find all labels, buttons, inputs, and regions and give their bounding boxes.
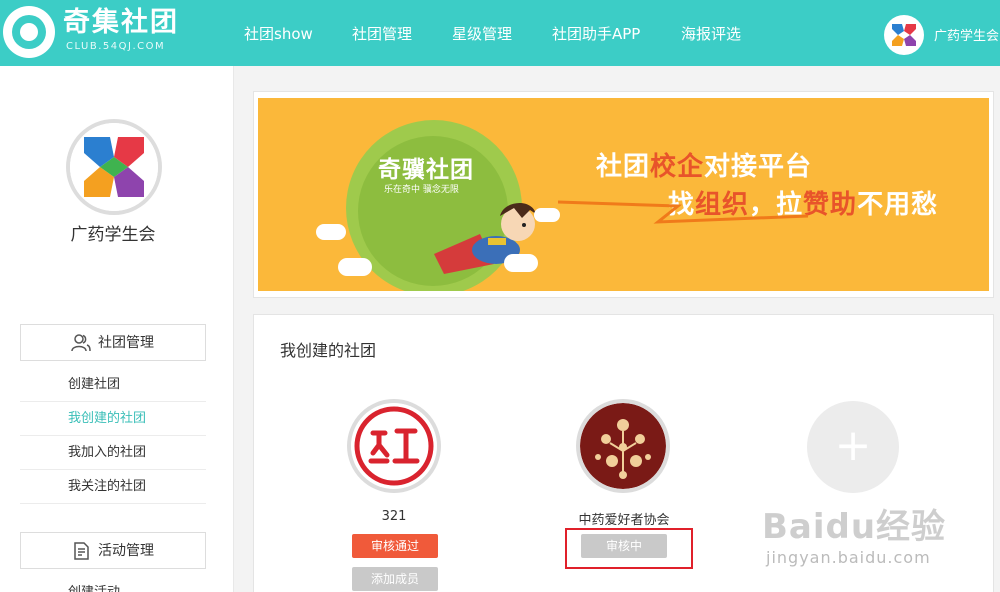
nav-club-app[interactable]: 社团助手APP [552, 0, 640, 66]
add-club-button[interactable]: + [807, 401, 899, 493]
banner-brand: 奇骥社团 [378, 157, 474, 183]
add-member-button[interactable]: 添加成员 [352, 567, 438, 591]
nav-poster-review[interactable]: 海报评选 [681, 0, 741, 66]
org-avatar [66, 119, 162, 215]
document-icon [74, 542, 89, 560]
menu-item-followed-clubs[interactable]: 我关注的社团 [20, 470, 206, 504]
banner-headline-1: 社团校企对接平台 [596, 152, 813, 182]
logo-subtitle: CLUB.54QJ.COM [66, 41, 166, 52]
club-avatar[interactable] [347, 399, 441, 493]
club-avatar[interactable] [576, 399, 670, 493]
menu-section-activity-manage[interactable]: 活动管理 [20, 532, 206, 569]
menu-item-create-activity[interactable]: 创建活动 [20, 576, 206, 592]
watermark-logo: Baidu经验 [762, 507, 947, 547]
club-name[interactable]: 中药爱好者协会 [534, 509, 714, 528]
promo-banner[interactable]: 奇骥社团 乐在奇中 骥念无限 社团校企对接平台 找组织，拉赞助不用愁 [253, 91, 994, 298]
org-name: 广药学生会 [70, 225, 156, 245]
cloud-decoration [338, 258, 372, 276]
club-name[interactable]: 321 [304, 509, 484, 524]
logo-icon[interactable] [3, 6, 55, 58]
watermark-url: jingyan.baidu.com [766, 548, 931, 567]
cloud-decoration [534, 208, 560, 222]
menu-section-label: 社团管理 [98, 335, 154, 351]
cloud-decoration [316, 224, 346, 240]
menu-item-joined-clubs[interactable]: 我加入的社团 [20, 436, 206, 470]
menu-section-club-manage[interactable]: 社团管理 [20, 324, 206, 361]
status-approved-button[interactable]: 审核通过 [352, 534, 438, 558]
club-floral-icon [580, 403, 666, 489]
club-seal-icon [351, 403, 437, 489]
logo-title[interactable]: 奇集社团 [63, 6, 179, 40]
panel-title: 我创建的社团 [280, 341, 377, 360]
annotation-highlight-box [565, 528, 693, 569]
org-logo-icon [70, 123, 158, 211]
user-name[interactable]: 广药学生会 [934, 0, 999, 74]
cloud-decoration [504, 254, 538, 272]
menu-section-label: 活动管理 [98, 543, 154, 559]
top-navigation-bar: 奇集社团 CLUB.54QJ.COM 社团show 社团管理 星级管理 社团助手… [0, 0, 1000, 66]
nav-club-manage[interactable]: 社团管理 [352, 0, 412, 66]
user-avatar[interactable] [884, 15, 924, 55]
plus-icon: + [834, 420, 872, 471]
nav-club-show[interactable]: 社团show [244, 0, 313, 66]
user-group-icon [71, 334, 91, 352]
menu-item-my-created-clubs[interactable]: 我创建的社团 [20, 402, 206, 436]
sidebar: 广药学生会 社团管理 创建社团 我创建的社团 我加入的社团 我关注的社团 活动管… [0, 66, 234, 592]
user-logo-icon [885, 16, 923, 54]
menu-item-create-club[interactable]: 创建社团 [20, 368, 206, 402]
banner-image: 奇骥社团 乐在奇中 骥念无限 社团校企对接平台 找组织，拉赞助不用愁 [258, 98, 989, 291]
nav-star-manage[interactable]: 星级管理 [452, 0, 512, 66]
banner-lightning-stroke [558, 200, 809, 224]
